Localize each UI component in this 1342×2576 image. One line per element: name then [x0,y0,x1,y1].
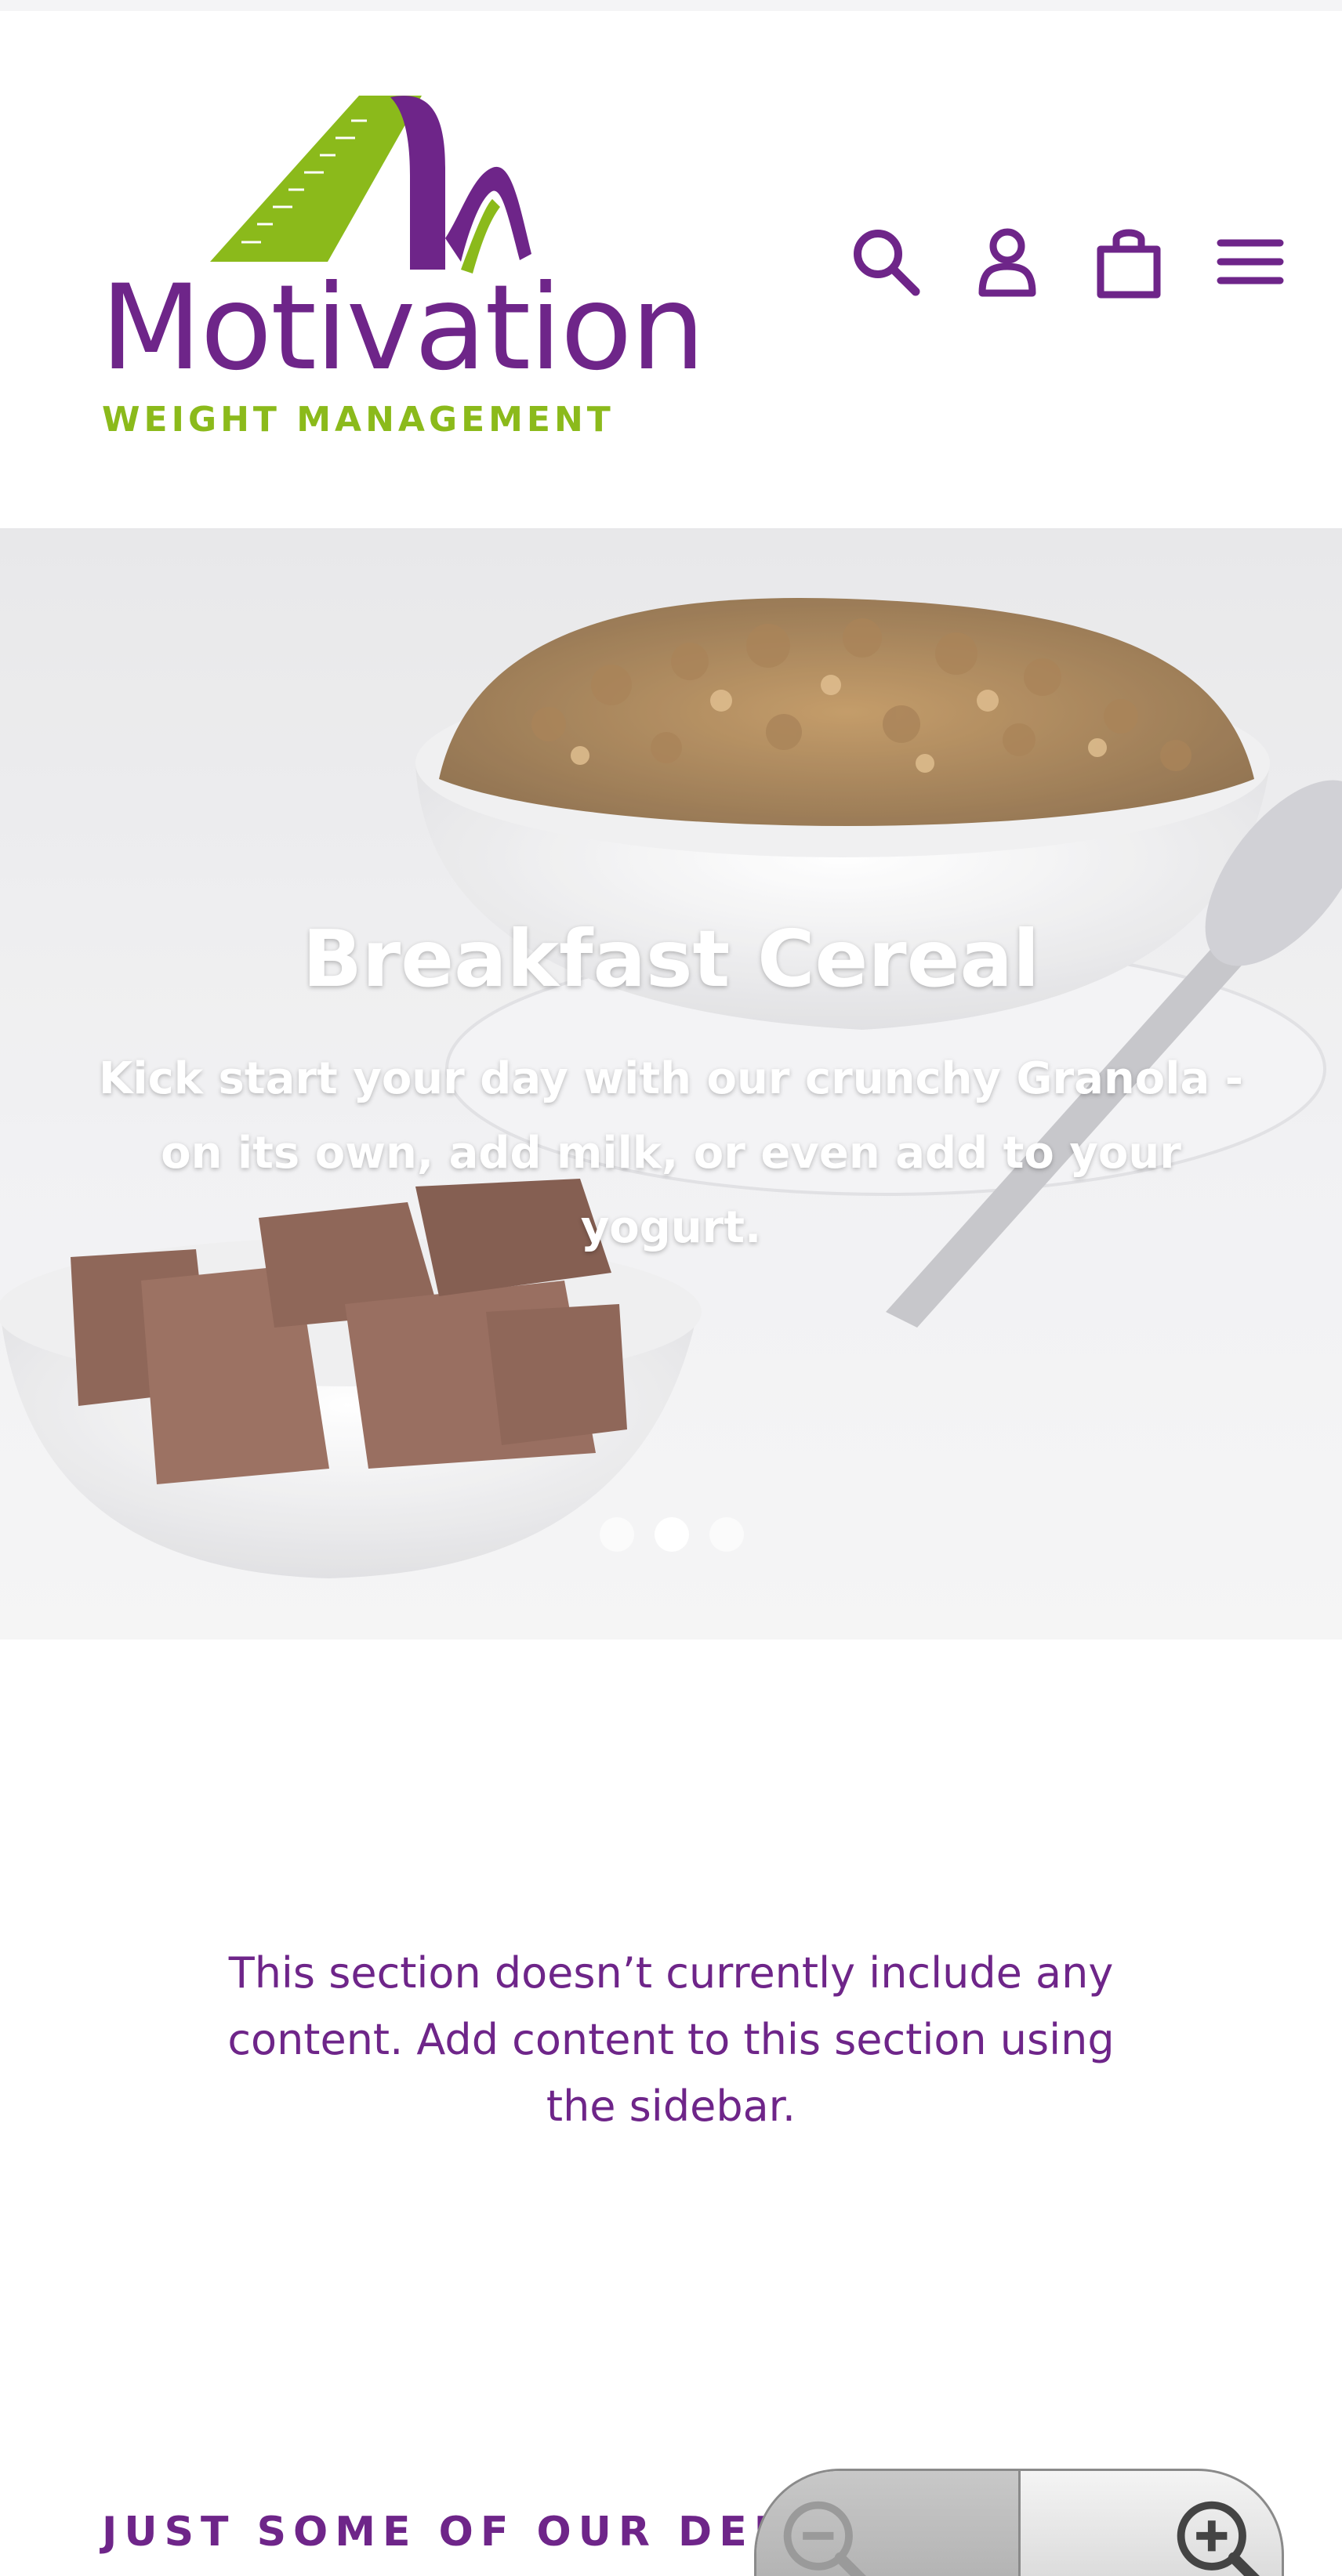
logo[interactable]: Motivation WEIGHT MANAGEMENT [92,82,705,450]
slideshow-dots [596,1517,753,1553]
slide-dot-1[interactable] [600,1517,634,1552]
empty-section-message: This section doesn’t currently include a… [227,1948,1115,2131]
hero-slideshow[interactable]: Breakfast Cereal Kick start your day wit… [0,528,1342,1639]
zoom-out-icon [783,2501,866,2576]
hero-text: Kick start your day with our crunchy Gra… [99,1053,1243,1253]
logo-wordmark: Motivation [100,260,705,397]
menu-icon[interactable] [1211,223,1289,301]
site-header: Motivation WEIGHT MANAGEMENT [0,11,1342,528]
hero-title: Breakfast Cereal [302,913,1040,1005]
account-icon[interactable] [968,223,1046,301]
zoom-in-icon [1177,2501,1260,2576]
zoom-in-button[interactable] [1021,2471,1282,2576]
logo-tagline: WEIGHT MANAGEMENT [102,400,615,440]
zoom-controls [754,2469,1284,2576]
cart-icon[interactable] [1090,223,1168,301]
header-actions [847,223,1293,317]
featured-heading: JUST SOME OF OUR DELICI [102,2509,869,2556]
search-icon[interactable] [847,223,925,301]
top-strip [0,0,1342,11]
slide-dot-2[interactable] [655,1517,689,1552]
zoom-out-button[interactable] [756,2471,1021,2576]
slide-dot-3[interactable] [709,1517,744,1552]
